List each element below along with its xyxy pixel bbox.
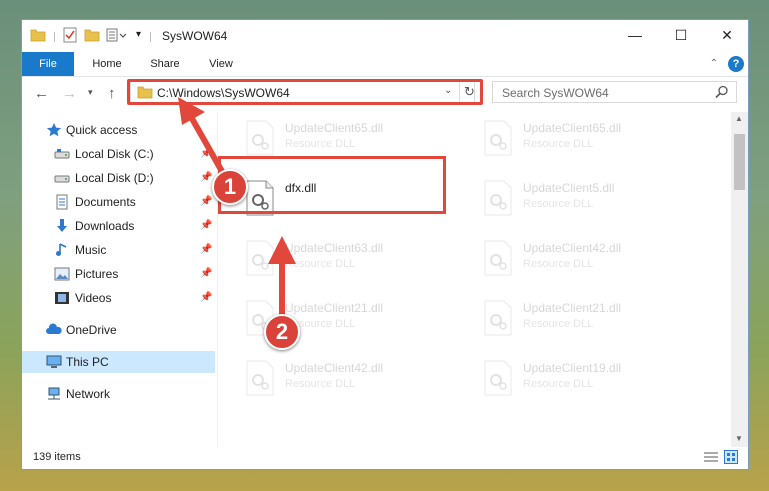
step-badge-1: 1 [212,169,248,205]
step-badge-2: 2 [264,314,300,350]
annotation-arrows [178,97,296,323]
arrow-to-dfx-file [268,236,296,323]
arrow-to-address-bar [178,97,231,185]
